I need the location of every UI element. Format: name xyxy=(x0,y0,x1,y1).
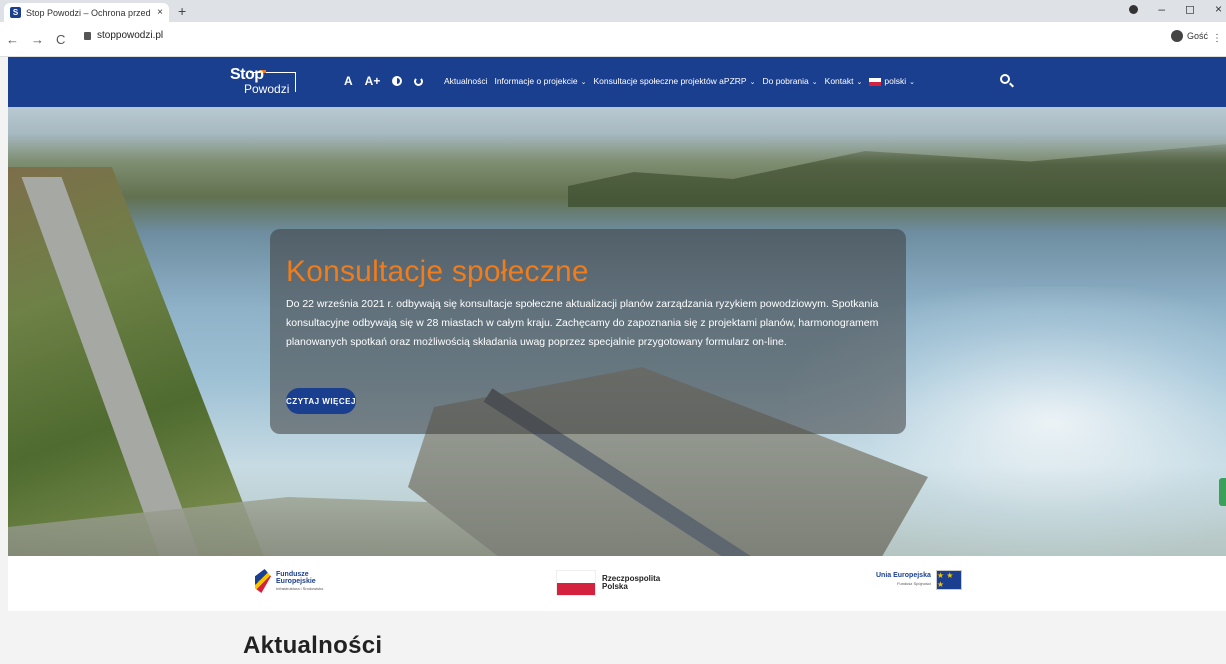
rzeczpospolita-logo[interactable]: Rzeczpospolita Polska xyxy=(556,570,660,596)
search-icon[interactable] xyxy=(1000,74,1010,84)
chevron-down-icon: ⌄ xyxy=(580,79,587,86)
browser-tab[interactable]: S Stop Powodzi – Ochrona przed p × xyxy=(4,3,169,22)
unia-europejska-logo[interactable]: Unia Europejska Fundusz Spójności ★ ★ ★ xyxy=(876,570,962,590)
pl-text: Rzeczpospolita Polska xyxy=(602,575,660,591)
close-window-button[interactable]: × xyxy=(1215,2,1222,16)
nav-label: Aktualności xyxy=(444,76,488,86)
chevron-down-icon: ⌄ xyxy=(749,79,756,86)
profile-button[interactable]: Gość xyxy=(1170,30,1208,42)
accessibility-tools: A A+ xyxy=(344,74,424,88)
forward-button[interactable]: → xyxy=(31,32,44,47)
eu-sub: Fundusz Spójności xyxy=(897,581,931,586)
back-button[interactable]: ← xyxy=(6,32,19,47)
nav-item-informacje[interactable]: Informacje o projekcie ⌄ xyxy=(494,76,586,86)
fe-text: Fundusze Europejskie Infrastruktura i Śr… xyxy=(276,571,323,592)
logo-line2: Powodzi xyxy=(244,82,290,96)
eu-line1: Unia Europejska xyxy=(876,572,931,579)
nav-item-do-pobrania[interactable]: Do pobrania ⌄ xyxy=(762,76,817,86)
url-text: stoppowodzi.pl xyxy=(97,30,164,41)
nav-label: polski xyxy=(884,76,907,86)
reset-icon[interactable] xyxy=(414,76,424,86)
site-header: Stop Powodzi A A+ Aktualności Informacje… xyxy=(8,57,1226,107)
partner-logos: Fundusze Europejskie Infrastruktura i Śr… xyxy=(8,556,1226,611)
contrast-icon[interactable] xyxy=(392,76,403,86)
read-more-button[interactable]: CZYTAJ WIĘCEJ xyxy=(286,388,356,414)
url-field[interactable]: stoppowodzi.pl xyxy=(84,30,163,41)
address-bar: ← → C stoppowodzi.pl Gość ⋮ xyxy=(0,22,1226,57)
chevron-down-icon: ⌄ xyxy=(811,79,818,86)
window-controls: – ◻ × xyxy=(1129,2,1222,16)
nav-item-konsultacje[interactable]: Konsultacje społeczne projektów aPZRP ⌄ xyxy=(594,76,756,86)
hero-text: Do 22 września 2021 r. odbywają się kons… xyxy=(286,298,879,348)
eu-text: Unia Europejska Fundusz Spójności xyxy=(876,572,931,588)
tab-close-icon[interactable]: × xyxy=(157,7,163,18)
avatar-icon xyxy=(1170,30,1183,42)
extension-icon[interactable] xyxy=(1129,4,1139,14)
new-tab-button[interactable]: + xyxy=(178,3,186,19)
browser-tab-bar: S Stop Powodzi – Ochrona przed p × + – ◻… xyxy=(0,0,1226,22)
restore-button[interactable]: ◻ xyxy=(1185,2,1195,16)
polish-flag-icon xyxy=(556,570,596,596)
site-favicon-icon: S xyxy=(10,7,21,18)
polish-flag-icon xyxy=(869,77,882,86)
hero-caption: Konsultacje społeczne Do 22 września 202… xyxy=(270,229,906,434)
nav-item-language[interactable]: polski ⌄ xyxy=(869,76,915,86)
minimize-button[interactable]: – xyxy=(1158,2,1165,16)
main-nav: Aktualności Informacje o projekcie ⌄ Kons… xyxy=(444,76,915,86)
fe-line2: Europejskie xyxy=(276,577,316,585)
nav-label: Do pobrania xyxy=(762,76,809,86)
chevron-down-icon: ⌄ xyxy=(856,79,863,86)
side-widget-icon[interactable] xyxy=(1219,478,1226,506)
nav-label: Informacje o projekcie xyxy=(494,76,578,86)
site-logo[interactable]: Stop Powodzi xyxy=(230,66,296,100)
font-larger-button[interactable]: A+ xyxy=(365,74,381,88)
tab-title: Stop Powodzi – Ochrona przed p xyxy=(26,7,154,18)
font-normal-button[interactable]: A xyxy=(344,74,353,88)
nav-label: Kontakt xyxy=(824,76,854,86)
reload-button[interactable]: C xyxy=(56,32,65,47)
fe-line1: Fundusze xyxy=(276,570,309,578)
section-title-news: Aktualności xyxy=(243,632,383,659)
nav-label: Konsultacje społeczne projektów aPZRP xyxy=(593,76,747,86)
pl-line2: Polska xyxy=(602,582,628,591)
lock-icon xyxy=(84,31,91,40)
nav-item-aktualnosci[interactable]: Aktualności xyxy=(444,76,487,86)
nav-buttons: ← → C xyxy=(6,32,65,47)
hero-image-treeline xyxy=(568,144,1226,207)
fe-mark-icon xyxy=(255,569,271,593)
fundusze-europejskie-logo[interactable]: Fundusze Europejskie Infrastruktura i Śr… xyxy=(255,569,323,593)
eu-flag-icon: ★ ★ ★ xyxy=(935,570,962,590)
hero-title: Konsultacje społeczne xyxy=(286,255,589,288)
fe-sub: Infrastruktura i Środowisko xyxy=(276,585,324,591)
browser-menu-icon[interactable]: ⋮ xyxy=(1212,33,1222,44)
chevron-down-icon: ⌄ xyxy=(909,79,915,86)
nav-item-kontakt[interactable]: Kontakt ⌄ xyxy=(825,76,863,86)
profile-label: Gość xyxy=(1186,31,1208,41)
hero-banner: Konsultacje społeczne Do 22 września 202… xyxy=(8,107,1226,556)
